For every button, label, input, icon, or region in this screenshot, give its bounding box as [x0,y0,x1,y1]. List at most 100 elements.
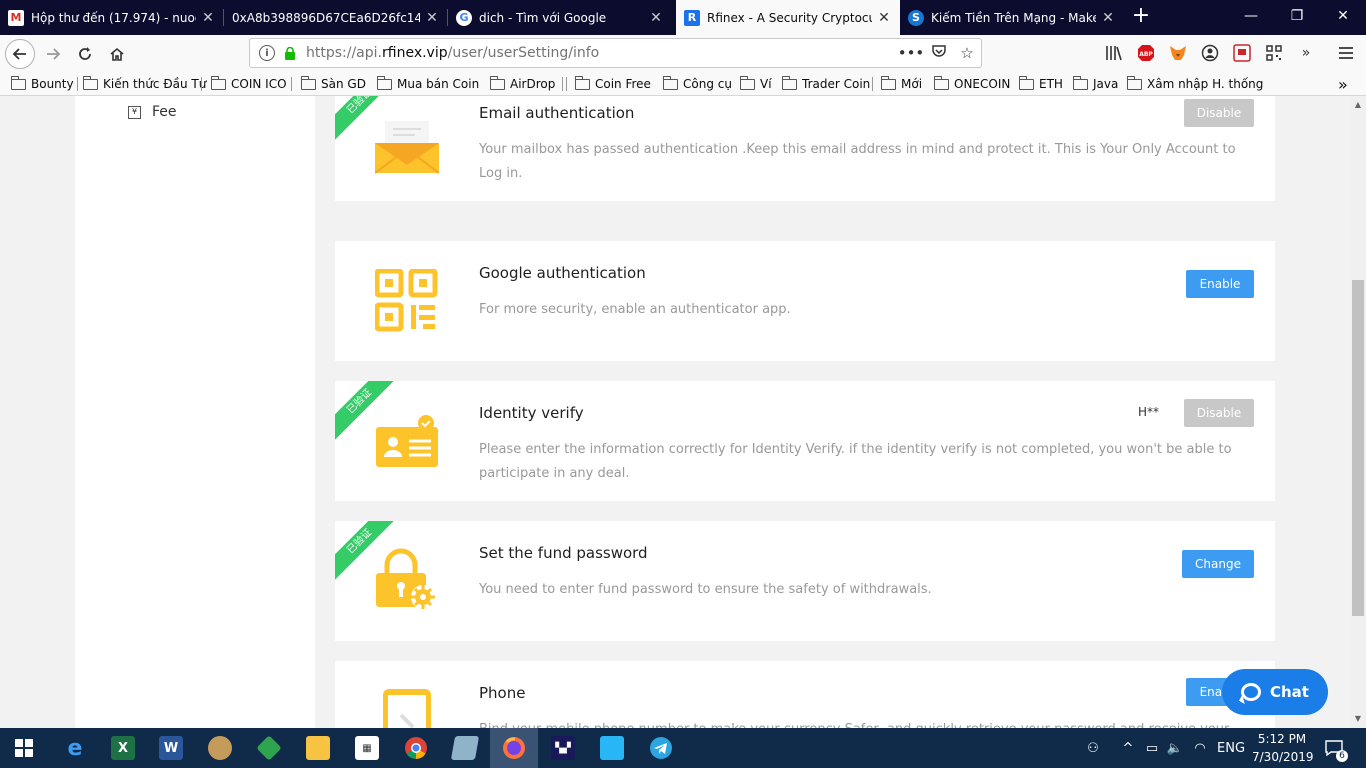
tab-kiem-tien[interactable]: S Kiếm Tiền Trên Mạng - Make M ✕ [900,0,1124,35]
3d-app[interactable] [588,728,636,768]
enable-google-auth-button[interactable]: Enable [1186,270,1254,298]
chat-label: Chat [1270,683,1309,701]
tab-address[interactable]: 0xA8b398896D67CEa6D26fc140E056 ✕ [224,0,448,35]
metamask-fox-icon[interactable] [1168,43,1188,63]
folder-icon [489,75,505,90]
address-bar[interactable]: i https://api.rfinex.vip/user/userSettin… [249,38,982,68]
home-icon [110,47,124,61]
wifi-icon[interactable]: ◠ [1190,738,1210,758]
account-icon[interactable] [1200,43,1220,63]
home-button[interactable] [102,39,132,69]
bookmark-star-icon[interactable]: ☆ [953,44,981,62]
chrome-app[interactable] [392,728,440,768]
calculator-app[interactable]: ▦ [343,728,391,768]
folder-icon [1018,75,1034,90]
page-scrollbar[interactable]: ▲ ▼ [1350,96,1366,728]
forward-button[interactable] [38,39,68,69]
site-icon: S [908,9,924,26]
bookmark-folder[interactable]: Mua bán Coin [376,75,479,93]
scroll-down-icon[interactable]: ▼ [1353,714,1363,724]
scroll-up-icon[interactable]: ▲ [1353,100,1363,110]
sidebar-item-fee[interactable]: ¥ Fee [128,104,177,120]
bookmark-folder[interactable]: Kiến thức Đầu Tư [82,75,206,93]
bookmark-folder[interactable]: Coin Free [574,75,651,93]
close-tab-icon[interactable]: ✕ [648,10,664,26]
chat-button[interactable]: Chat [1222,669,1328,715]
trading-app[interactable]: ▚▞ [539,728,587,768]
chevron-up-icon[interactable]: ^ [1118,738,1138,758]
bookmark-folder[interactable]: Công cụ [662,75,732,93]
card-description: Bind your mobile phone number to make yo… [479,718,1255,728]
overflow-chevron-icon[interactable]: » [1296,43,1316,63]
bookmark-folder[interactable]: ONECOIN [933,75,1010,93]
firefox-app[interactable] [490,728,538,768]
folder-icon [880,75,896,90]
tab-gmail[interactable]: M Hộp thư đến (17.974) - nuocmă ✕ [0,0,224,35]
word-app[interactable]: W [147,728,195,768]
people-icon[interactable]: ⚇ [1083,738,1103,758]
excel-app[interactable]: X [99,728,147,768]
bookmark-folder[interactable]: Mới [880,75,922,93]
notes-app[interactable] [441,728,489,768]
page-content: ¥ Fee 已验证 Email authentication Your mail… [0,96,1350,728]
scroll-thumb[interactable] [1352,280,1364,616]
bookmark-folder[interactable]: Xâm nhập H. thống [1126,75,1263,93]
bookmark-folder[interactable]: Trader Coin [781,75,870,93]
close-tab-icon[interactable]: ✕ [876,10,892,26]
tab-google[interactable]: G dich - Tìm với Google ✕ [448,0,672,35]
pocket-icon[interactable] [925,44,953,62]
bookmarks-overflow-icon[interactable]: » [1338,75,1348,94]
adblock-plus-icon[interactable]: ABP [1136,43,1156,63]
folder-icon [574,75,590,90]
close-tab-icon[interactable]: ✕ [1100,10,1116,26]
identity-verify-card: 已验证 Identity verify Please enter the inf… [335,381,1275,501]
fee-icon: ¥ [128,105,141,119]
clock[interactable]: 5:12 PM 7/30/2019 [1252,730,1314,766]
disable-identity-button[interactable]: Disable [1184,399,1254,427]
minimize-button[interactable]: — [1228,0,1274,33]
bookmark-folder[interactable]: AirDrop [489,75,555,93]
identity-value: H** [1138,405,1160,419]
file-explorer-app[interactable] [294,728,342,768]
close-tab-icon[interactable]: ✕ [200,10,216,26]
gmail-icon: M [8,9,24,26]
library-icon[interactable] [1104,43,1124,63]
reload-button[interactable] [70,39,100,69]
folder-icon [781,75,797,90]
language-indicator[interactable]: ENG [1217,738,1245,758]
bookmark-folder[interactable]: ETH [1018,75,1063,93]
close-tab-icon[interactable]: ✕ [424,10,440,26]
new-tab-button[interactable]: + [1127,4,1155,30]
close-window-button[interactable]: ✕ [1320,0,1366,33]
coin-app[interactable] [245,728,293,768]
maximize-button[interactable]: ❐ [1274,0,1320,33]
battery-icon[interactable]: ▭ [1142,738,1162,758]
bookmark-folder[interactable]: Java [1072,75,1118,93]
windows-logo-icon [15,739,33,757]
reload-icon [79,47,91,60]
bookmark-folder[interactable]: Sàn GD [300,75,366,93]
pocket-save-icon[interactable] [1232,43,1252,63]
telegram-app[interactable] [637,728,685,768]
info-icon[interactable]: i [259,45,275,61]
rfinex-icon: R [684,9,700,26]
change-fund-password-button[interactable]: Change [1182,550,1254,578]
page-actions-icon[interactable]: ••• [897,44,925,62]
tab-rfinex[interactable]: R Rfinex - A Security Cryptocurre ✕ [676,0,900,35]
bookmark-folder[interactable]: Bounty [10,75,74,93]
back-button[interactable] [5,39,35,69]
qr-code-icon[interactable] [1264,43,1284,63]
bookmark-folder[interactable]: Ví [739,75,772,93]
hamburger-menu-icon[interactable] [1336,43,1356,63]
volume-icon[interactable]: 🔈 [1165,738,1185,758]
url-text[interactable]: https://api.rfinex.vip/user/userSetting/… [306,45,897,61]
paint-app[interactable] [196,728,244,768]
email-auth-card: 已验证 Email authentication Your mailbox ha… [335,96,1275,201]
edge-app[interactable]: e [51,728,99,768]
bookmark-folder[interactable]: COIN ICO [210,75,287,93]
start-button[interactable] [0,728,48,768]
disable-email-auth-button[interactable]: Disable [1184,99,1254,127]
chat-bubble-icon [1241,683,1261,701]
clock-date: 7/30/2019 [1252,750,1314,764]
lock-icon[interactable] [284,46,296,60]
